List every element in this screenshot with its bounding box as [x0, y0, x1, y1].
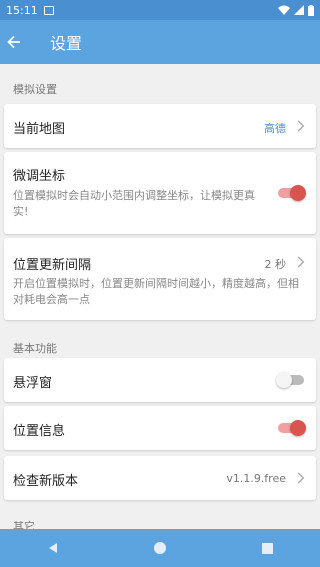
fine-tune-title: 微调坐标	[13, 169, 66, 184]
status-bar: 15:11	[0, 0, 320, 20]
check-update-row[interactable]: 检查新版本 v1.1.9.free	[4, 456, 316, 500]
back-button[interactable]	[0, 35, 30, 49]
location-info-title: 位置信息	[13, 424, 66, 439]
nav-bar	[0, 529, 320, 567]
chevron-right-icon	[297, 120, 305, 132]
section-header-sim: 模拟设置	[13, 83, 57, 96]
toggle-thumb	[276, 372, 292, 388]
nav-recents-icon[interactable]	[261, 542, 273, 554]
fine-tune-row[interactable]: 微调坐标 位置模拟时会自动小范围内调整坐标，让模拟更真实!	[4, 152, 316, 234]
floating-window-title: 悬浮窗	[13, 376, 53, 391]
section-header-basic: 基本功能	[13, 342, 57, 355]
wifi-icon	[278, 5, 290, 15]
battery-icon	[308, 4, 314, 16]
nav-home-icon[interactable]	[153, 541, 167, 555]
current-map-title: 当前地图	[13, 122, 66, 137]
back-arrow-icon	[7, 35, 20, 49]
fine-tune-desc: 位置模拟时会自动小范围内调整坐标，让模拟更真实!	[13, 189, 255, 218]
update-interval-row[interactable]: 位置更新间隔 2 秒 开启位置模拟时，位置更新间隔时间越小，精度越高，但相对耗电…	[4, 238, 316, 320]
chevron-right-icon	[297, 472, 305, 484]
page-title: 设置	[50, 34, 83, 53]
check-update-value: v1.1.9.free	[226, 472, 286, 485]
fine-tune-toggle[interactable]	[278, 185, 306, 201]
toolbar: 设置	[0, 20, 320, 64]
current-map-value: 高德	[264, 122, 286, 135]
update-interval-title: 位置更新间隔	[13, 258, 92, 273]
update-interval-value: 2 秒	[264, 258, 287, 271]
toggle-thumb	[290, 185, 306, 201]
check-update-title: 检查新版本	[13, 474, 79, 489]
nav-back-icon[interactable]	[47, 542, 59, 554]
current-map-row[interactable]: 当前地图 高德	[4, 104, 316, 148]
section-header-other: 其它	[13, 520, 35, 529]
status-time: 15:11	[6, 3, 38, 17]
toggle-thumb	[290, 420, 306, 436]
signal-icon	[294, 5, 304, 15]
chevron-right-icon	[297, 256, 305, 268]
settings-list[interactable]: 模拟设置 当前地图 高德 微调坐标 位置模拟时会自动小范围内调整坐标，让模拟更真…	[0, 64, 320, 529]
floating-window-toggle[interactable]	[276, 372, 304, 388]
location-info-toggle[interactable]	[278, 420, 306, 436]
update-interval-desc: 开启位置模拟时，位置更新间隔时间越小，精度越高，但相对耗电会高一点	[13, 277, 299, 306]
location-info-row[interactable]: 位置信息	[4, 406, 316, 450]
image-notification-icon	[43, 5, 54, 15]
floating-window-row[interactable]: 悬浮窗	[4, 358, 316, 402]
